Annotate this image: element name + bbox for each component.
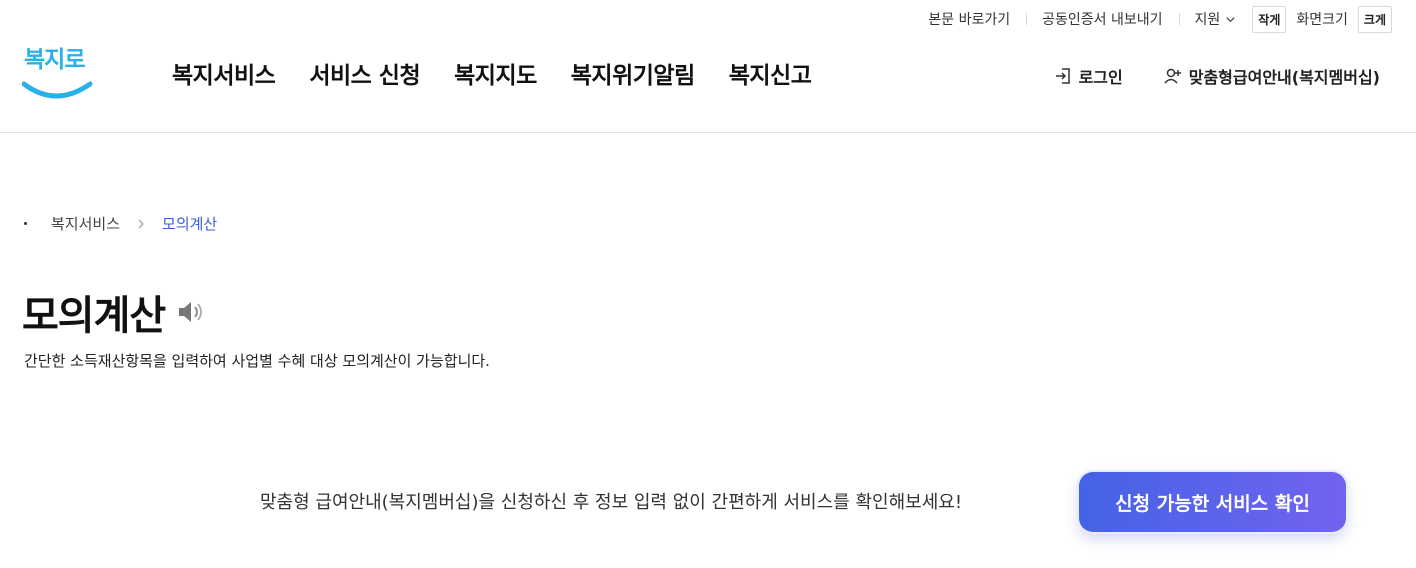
speaker-icon[interactable]: [175, 296, 207, 328]
user-add-icon: [1164, 68, 1181, 84]
nav-welfare-crisis-alert[interactable]: 복지위기알림: [571, 56, 695, 90]
support-label: 지원: [1194, 12, 1221, 28]
support-dropdown[interactable]: 지원: [1178, 9, 1253, 29]
breadcrumb: 복지서비스 모의계산: [24, 213, 217, 234]
check-available-services-button[interactable]: 신청 가능한 서비스 확인: [1079, 472, 1346, 532]
utility-bar: 본문 바로가기 공동인증서 내보내기 지원 작게 화면크기 크게: [912, 5, 1392, 33]
cert-export-link[interactable]: 공동인증서 내보내기: [1026, 9, 1178, 29]
breadcrumb-parent[interactable]: 복지서비스: [51, 213, 120, 234]
font-size-small-button[interactable]: 작게: [1252, 5, 1287, 33]
nav-service-application[interactable]: 서비스 신청: [309, 56, 420, 90]
page-description: 간단한 소득재산항목을 입력하여 사업별 수혜 대상 모의계산이 가능합니다.: [24, 352, 490, 370]
font-size-label: 화면크기: [1296, 12, 1348, 28]
login-link[interactable]: 로그인: [1053, 64, 1123, 88]
skip-to-content-link[interactable]: 본문 바로가기: [912, 9, 1026, 29]
cta-message: 맞춤형 급여안내(복지멤버십)을 신청하신 후 정보 입력 없이 간편하게 서비…: [260, 492, 963, 513]
header-divider: [0, 132, 1416, 133]
logo-smile-icon: [22, 81, 93, 99]
font-size-large-button[interactable]: 크게: [1357, 5, 1392, 33]
home-bullet-icon: [24, 222, 27, 225]
page-title-row: 모의계산: [22, 283, 207, 341]
nav-welfare-report[interactable]: 복지신고: [729, 56, 812, 90]
main-navigation: 복지서비스 서비스 신청 복지지도 복지위기알림 복지신고: [172, 56, 812, 90]
site-logo[interactable]: 복지로: [22, 40, 94, 102]
nav-welfare-services[interactable]: 복지서비스: [172, 56, 276, 90]
page-title: 모의계산: [22, 293, 166, 339]
login-icon: [1055, 68, 1070, 84]
login-label: 로그인: [1078, 68, 1123, 87]
chevron-down-icon: [1226, 16, 1235, 22]
membership-label: 맞춤형급여안내(복지멤버십): [1188, 68, 1380, 87]
breadcrumb-current: 모의계산: [162, 215, 218, 233]
nav-welfare-map[interactable]: 복지지도: [454, 56, 537, 90]
user-menu: 로그인 맞춤형급여안내(복지멤버십): [1053, 64, 1380, 88]
membership-link[interactable]: 맞춤형급여안내(복지멤버십): [1163, 64, 1380, 88]
chevron-right-icon: [138, 219, 145, 228]
